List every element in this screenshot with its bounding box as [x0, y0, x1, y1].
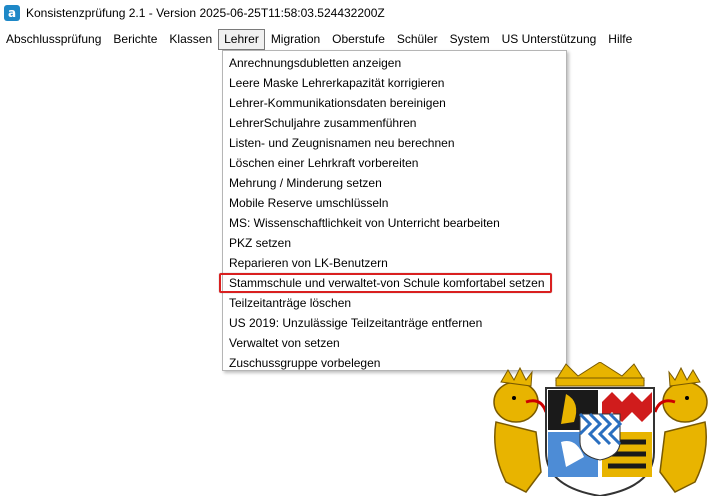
menu-migration[interactable]: Migration: [265, 29, 326, 50]
menu-item-stammschule[interactable]: Stammschule und verwaltet-von Schule kom…: [219, 273, 566, 293]
menu-us-unterstuetzung[interactable]: US Unterstützung: [496, 29, 603, 50]
menu-item-leere-maske[interactable]: Leere Maske Lehrerkapazität korrigieren: [223, 73, 566, 93]
right-lion-icon: [653, 366, 708, 493]
menu-item-kommunikationsdaten[interactable]: Lehrer-Kommunikationsdaten bereinigen: [223, 93, 566, 113]
app-icon: a: [4, 5, 20, 21]
crown-icon: [555, 362, 645, 387]
menu-oberstufe[interactable]: Oberstufe: [326, 29, 391, 50]
menu-item-verwaltet-von[interactable]: Verwaltet von setzen: [223, 333, 566, 353]
window-title: Konsistenzprüfung 2.1 - Version 2025-06-…: [26, 6, 385, 20]
menu-berichte[interactable]: Berichte: [107, 29, 163, 50]
lehrer-dropdown-menu: Anrechnungsdubletten anzeigen Leere Mask…: [219, 50, 567, 371]
menu-item-mobile-reserve[interactable]: Mobile Reserve umschlüsseln: [223, 193, 566, 213]
menu-item-mehrung-minderung[interactable]: Mehrung / Minderung setzen: [223, 173, 566, 193]
left-lion-icon: [493, 366, 548, 493]
menu-lehrer[interactable]: Lehrer: [218, 29, 265, 50]
menu-item-loeschen-lehrkraft[interactable]: Löschen einer Lehrkraft vorbereiten: [223, 153, 566, 173]
menu-item-wissenschaftlichkeit[interactable]: MS: Wissenschaftlichkeit von Unterricht …: [223, 213, 566, 233]
menu-klassen[interactable]: Klassen: [163, 29, 218, 50]
menu-item-teilzeitantraege-loeschen[interactable]: Teilzeitanträge löschen: [223, 293, 566, 313]
menu-bar: Abschlussprüfung Berichte Klassen Lehrer…: [0, 29, 715, 50]
menu-item-lk-benutzer[interactable]: Reparieren von LK-Benutzern: [223, 253, 566, 273]
title-bar: a Konsistenzprüfung 2.1 - Version 2025-0…: [0, 0, 715, 26]
menu-abschlusspruefung[interactable]: Abschlussprüfung: [0, 29, 107, 50]
menu-item-zeugnisnamen[interactable]: Listen- und Zeugnisnamen neu berechnen: [223, 133, 566, 153]
menu-item-pkz-setzen[interactable]: PKZ setzen: [223, 233, 566, 253]
menu-system[interactable]: System: [444, 29, 496, 50]
menu-schueler[interactable]: Schüler: [391, 29, 444, 50]
bavarian-coat-of-arms-logo: [493, 362, 708, 496]
menu-item-us-2019[interactable]: US 2019: Unzulässige Teilzeitanträge ent…: [223, 313, 566, 333]
menu-hilfe[interactable]: Hilfe: [602, 29, 638, 50]
shield-icon: [545, 387, 655, 496]
menu-item-lehrerschuljahre[interactable]: LehrerSchuljahre zusammenführen: [223, 113, 566, 133]
menu-item-anrechnungsdubletten[interactable]: Anrechnungsdubletten anzeigen: [223, 53, 566, 73]
